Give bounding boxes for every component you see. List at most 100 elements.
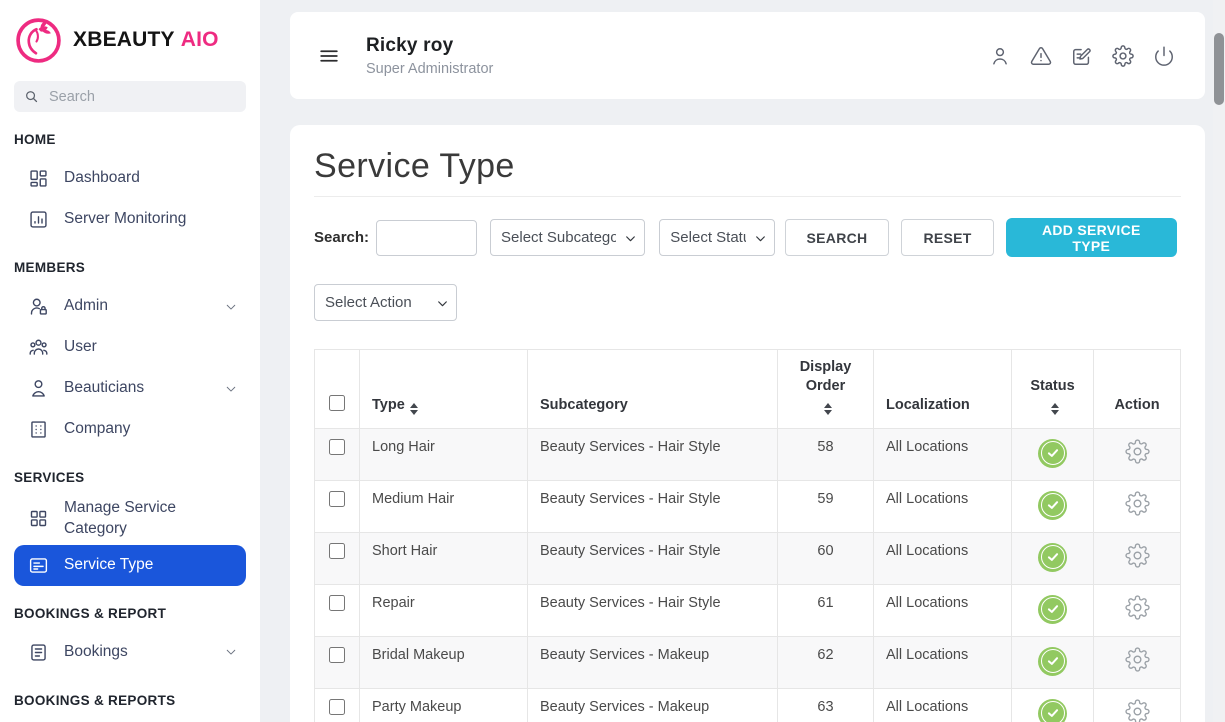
sidebar-item-service-type[interactable]: Service Type: [14, 545, 246, 586]
settings-gear-icon: [1125, 543, 1150, 568]
cell-subcategory: Beauty Services - Makeup: [528, 636, 778, 688]
cell-subcategory: Beauty Services - Hair Style: [528, 428, 778, 480]
beautician-icon: [28, 378, 49, 399]
row-checkbox[interactable]: [329, 699, 345, 715]
cell-localization: All Locations: [874, 532, 1012, 584]
search-icon: [24, 89, 39, 104]
cell-display-order: 60: [778, 532, 874, 584]
subcategory-select[interactable]: Select Subcategory: [490, 219, 645, 256]
sidebar-search: [14, 81, 246, 112]
nav-section-bookings-report: BOOKINGS & REPORT: [14, 606, 246, 621]
status-active-icon[interactable]: [1038, 699, 1067, 722]
nav-item-label: Company: [64, 419, 130, 440]
column-label: Subcategory: [540, 396, 602, 415]
status-active-icon[interactable]: [1038, 647, 1067, 676]
sidebar-nav: HOMEDashboardServer MonitoringMEMBERSAdm…: [0, 132, 260, 708]
column-header-display-order[interactable]: Display Order: [778, 350, 874, 429]
status-select[interactable]: Select Status: [659, 219, 774, 256]
nav-item-label: Admin: [64, 296, 108, 317]
filter-search-input[interactable]: [376, 220, 477, 256]
sort-icon[interactable]: [824, 403, 832, 415]
sidebar: XBEAUTYAIO HOMEDashboardServer Monitorin…: [0, 0, 260, 722]
logs-icon: [1071, 45, 1095, 67]
cell-type: Long Hair: [360, 428, 528, 480]
cell-type: Repair: [360, 584, 528, 636]
nav-section-services: SERVICES: [14, 470, 246, 485]
cell-type: Party Makeup: [360, 688, 528, 722]
nav-item-label: Beauticians: [64, 378, 144, 399]
settings-gear-icon: [1125, 647, 1150, 672]
select-all-checkbox[interactable]: [329, 395, 345, 411]
row-settings-button[interactable]: [1125, 595, 1150, 620]
sidebar-item-manage-service-category[interactable]: Manage Service Category: [14, 496, 246, 542]
search-label: Search:: [314, 229, 369, 246]
dashboard-icon: [28, 168, 49, 189]
row-checkbox[interactable]: [329, 647, 345, 663]
sidebar-item-dashboard[interactable]: Dashboard: [14, 158, 246, 199]
table-row-long-hair: Long HairBeauty Services - Hair Style58A…: [315, 428, 1181, 480]
row-settings-button[interactable]: [1125, 491, 1150, 516]
sidebar-item-server-monitoring[interactable]: Server Monitoring: [14, 199, 246, 240]
table-row-medium-hair: Medium HairBeauty Services - Hair Style5…: [315, 480, 1181, 532]
sidebar-item-admin[interactable]: Admin: [14, 286, 246, 327]
row-checkbox[interactable]: [329, 595, 345, 611]
search-button[interactable]: SEARCH: [785, 219, 890, 256]
row-settings-button[interactable]: [1125, 647, 1150, 672]
sort-icon[interactable]: [410, 403, 418, 415]
status-active-icon[interactable]: [1038, 543, 1067, 572]
cell-type: Medium Hair: [360, 480, 528, 532]
table-row-bridal-makeup: Bridal MakeupBeauty Services - Makeup62A…: [315, 636, 1181, 688]
logout-button[interactable]: [1153, 44, 1177, 68]
scrollbar-thumb[interactable]: [1214, 33, 1224, 105]
user-block[interactable]: Ricky roy Super Administrator: [366, 35, 493, 77]
sidebar-search-input[interactable]: [47, 88, 236, 106]
bookings-icon: [28, 642, 49, 663]
status-active-icon[interactable]: [1038, 491, 1067, 520]
profile-button[interactable]: [989, 44, 1013, 68]
cell-display-order: 58: [778, 428, 874, 480]
nav-item-label: Bookings: [64, 642, 128, 663]
profile-icon: [989, 45, 1013, 67]
cell-subcategory: Beauty Services - Hair Style: [528, 532, 778, 584]
sort-icon[interactable]: [1051, 403, 1059, 415]
logout-icon: [1153, 45, 1177, 67]
column-header-status[interactable]: Status: [1012, 350, 1094, 429]
menu-toggle-button[interactable]: [318, 45, 340, 67]
users-icon: [28, 337, 49, 358]
cell-type: Short Hair: [360, 532, 528, 584]
status-active-icon[interactable]: [1038, 439, 1067, 468]
row-checkbox[interactable]: [329, 491, 345, 507]
sidebar-item-bookings[interactable]: Bookings: [14, 632, 246, 673]
row-checkbox[interactable]: [329, 543, 345, 559]
user-role: Super Administrator: [366, 61, 493, 77]
add-service-type-button[interactable]: ADD SERVICE TYPE: [1006, 218, 1177, 257]
alerts-button[interactable]: [1030, 44, 1054, 68]
row-settings-button[interactable]: [1125, 439, 1150, 464]
sidebar-item-company[interactable]: Company: [14, 409, 246, 450]
row-checkbox[interactable]: [329, 439, 345, 455]
reset-button[interactable]: RESET: [901, 219, 993, 256]
cell-localization: All Locations: [874, 636, 1012, 688]
table-header-row: TypeSubcategoryDisplay OrderLocalization…: [315, 350, 1181, 429]
title-divider: [314, 196, 1181, 197]
brand[interactable]: XBEAUTYAIO: [0, 0, 260, 64]
nav-section-bookings-reports: BOOKINGS & REPORTS: [14, 693, 246, 708]
sidebar-item-user[interactable]: User: [14, 327, 246, 368]
settings-icon: [1112, 45, 1136, 67]
status-active-icon[interactable]: [1038, 595, 1067, 624]
cell-display-order: 61: [778, 584, 874, 636]
settings-button[interactable]: [1112, 44, 1136, 68]
column-header-type[interactable]: Type: [360, 350, 528, 429]
cell-display-order: 62: [778, 636, 874, 688]
sidebar-item-beauticians[interactable]: Beauticians: [14, 368, 246, 409]
monitoring-chart-icon: [28, 209, 49, 230]
bulk-action-select[interactable]: Select Action: [314, 284, 457, 321]
nav-item-label: User: [64, 337, 97, 358]
topbar-actions: [989, 44, 1177, 68]
cell-localization: All Locations: [874, 428, 1012, 480]
logs-button[interactable]: [1071, 44, 1095, 68]
cell-subcategory: Beauty Services - Hair Style: [528, 584, 778, 636]
page-scrollbar[interactable]: [1213, 0, 1225, 722]
row-settings-button[interactable]: [1125, 543, 1150, 568]
row-settings-button[interactable]: [1125, 699, 1150, 722]
